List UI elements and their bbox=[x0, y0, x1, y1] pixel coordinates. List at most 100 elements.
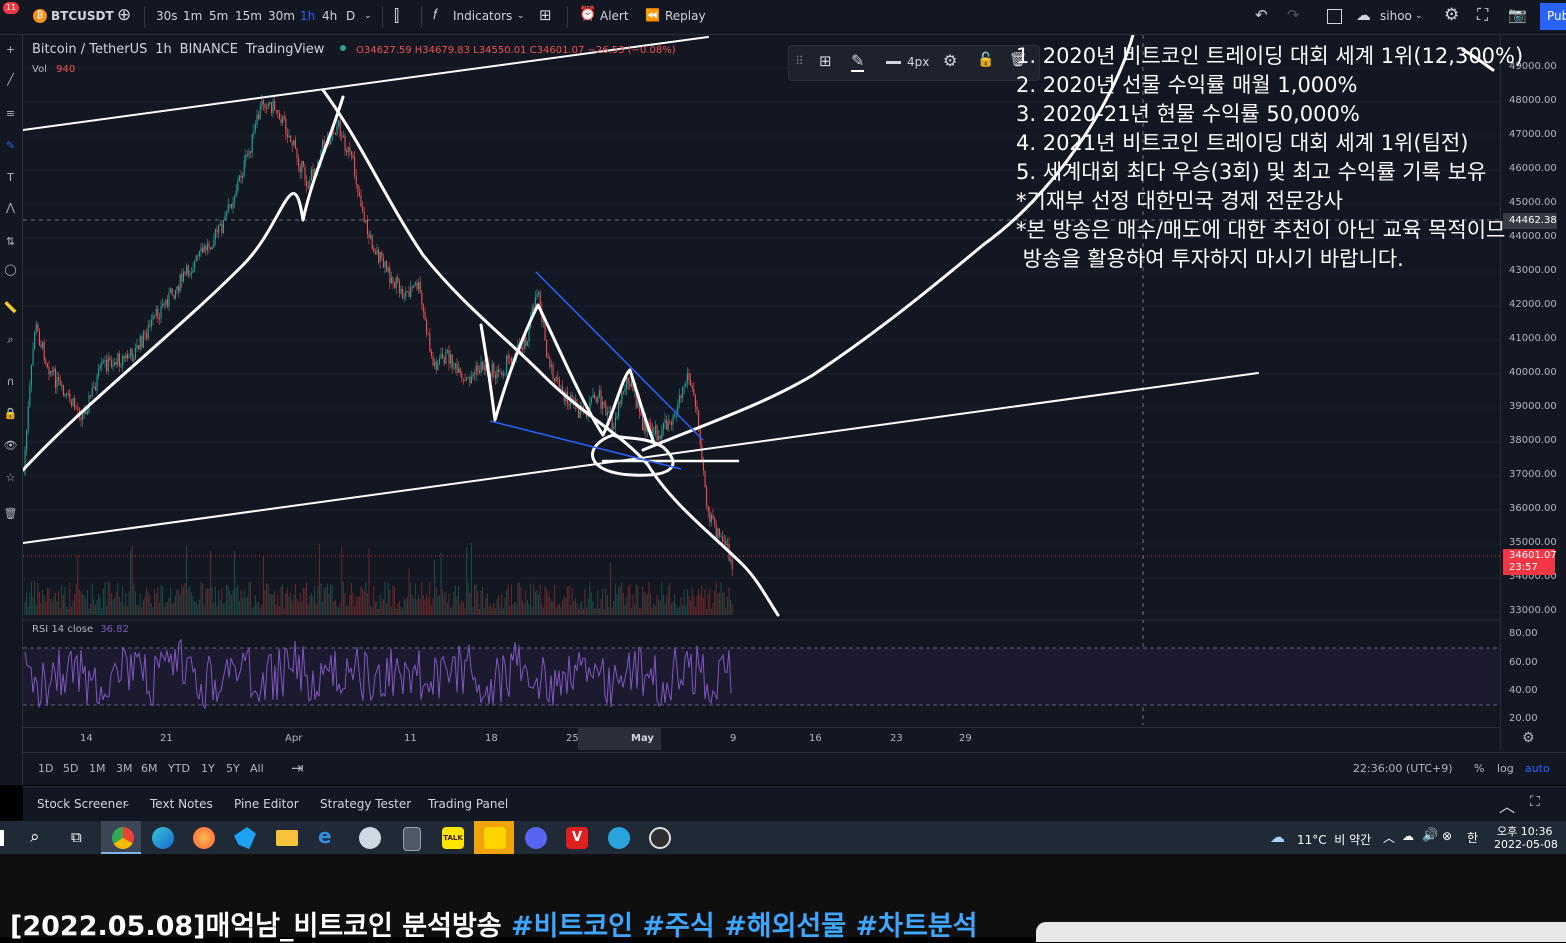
layout-dropdown-icon[interactable]: ⌄ bbox=[1415, 11, 1423, 21]
file-explorer-icon[interactable] bbox=[276, 830, 298, 846]
goto-date-icon[interactable]: ⇥ bbox=[291, 759, 304, 777]
telegram-icon[interactable] bbox=[608, 827, 630, 849]
auto-scale-toggle[interactable]: auto bbox=[1525, 762, 1550, 775]
app-bird-icon[interactable] bbox=[234, 827, 256, 849]
taskbar-time[interactable]: 오후 10:36 bbox=[1497, 823, 1552, 839]
lock-drawings-icon[interactable]: 🔒 bbox=[3, 407, 18, 421]
taskbar-date[interactable]: 2022-05-08 bbox=[1494, 838, 1558, 851]
trash-icon[interactable]: 🗑 bbox=[3, 507, 18, 521]
favorites-icon[interactable]: ☆ bbox=[3, 471, 18, 485]
cloud-save-icon[interactable]: ☁ bbox=[1356, 6, 1371, 24]
drag-handle-icon[interactable]: ⠿ bbox=[795, 54, 804, 68]
app-cloud-icon[interactable] bbox=[359, 827, 381, 849]
settings-gear-icon[interactable]: ⚙ bbox=[1444, 5, 1459, 25]
replay-button[interactable]: Replay bbox=[665, 9, 706, 23]
ruler-icon[interactable]: 📏 bbox=[3, 301, 18, 315]
lock-drawing-icon[interactable]: 🔓 bbox=[977, 52, 994, 68]
interval-30m[interactable]: 30m bbox=[268, 9, 295, 23]
fib-retracement-icon[interactable]: ≡ bbox=[3, 107, 18, 121]
range-3m[interactable]: 3M bbox=[116, 762, 133, 775]
compare-symbol-icon[interactable]: ⊕ bbox=[117, 5, 131, 25]
range-6m[interactable]: 6M bbox=[141, 762, 158, 775]
range-ytd[interactable]: YTD bbox=[168, 762, 190, 775]
cursor-cross-icon[interactable]: + bbox=[3, 43, 18, 57]
tab-strategy-tester[interactable]: Strategy Tester bbox=[320, 797, 411, 811]
publish-button[interactable]: Pub bbox=[1540, 3, 1566, 30]
shapes-icon[interactable]: ◯ bbox=[3, 263, 18, 277]
layout-name[interactable]: sihoo bbox=[1380, 9, 1412, 23]
line-width-icon[interactable] bbox=[886, 61, 901, 64]
range-5d[interactable]: 5D bbox=[63, 762, 78, 775]
layout-select-icon[interactable] bbox=[1327, 9, 1342, 24]
range-1d[interactable]: 1D bbox=[38, 762, 53, 775]
indicators-dropdown-icon[interactable]: ⌄ bbox=[517, 11, 525, 21]
tray-expand-icon[interactable]: ︿ bbox=[1383, 829, 1395, 846]
interval-4h[interactable]: 4h bbox=[322, 9, 337, 23]
interval-5m[interactable]: 5m bbox=[209, 9, 228, 23]
interval-dropdown-icon[interactable]: ⌄ bbox=[364, 11, 372, 21]
chart-type-candles-icon[interactable]: ⫿ bbox=[394, 6, 399, 26]
indicators-button[interactable]: Indicators bbox=[453, 9, 512, 23]
calculator-icon[interactable] bbox=[403, 827, 421, 851]
alert-clock-icon[interactable]: ⏰ bbox=[579, 6, 596, 22]
obs-icon[interactable] bbox=[649, 827, 671, 849]
maximize-panel-icon[interactable]: ⛶ bbox=[1530, 794, 1540, 810]
start-icon[interactable] bbox=[0, 830, 4, 846]
replay-icon[interactable]: ⏪ bbox=[645, 8, 660, 22]
templates-icon[interactable]: ⊞ bbox=[819, 52, 832, 70]
visibility-icon[interactable]: 👁 bbox=[3, 439, 18, 453]
sticky-notes-icon[interactable] bbox=[484, 827, 506, 849]
tab-text-notes[interactable]: Text Notes bbox=[150, 797, 213, 811]
line-color-pencil-icon[interactable]: ✎ bbox=[851, 51, 865, 72]
interval-1h[interactable]: 1h bbox=[300, 9, 315, 23]
interval-15m[interactable]: 15m bbox=[235, 9, 262, 23]
range-1y[interactable]: 1Y bbox=[201, 762, 215, 775]
magnet-icon[interactable]: ∩ bbox=[3, 375, 18, 389]
video-title-hashtags[interactable]: #비트코인 #주식 #해외선물 #차트분석 bbox=[511, 911, 977, 942]
search-icon[interactable]: ⌕ bbox=[30, 827, 40, 847]
text-tool-icon[interactable]: T bbox=[3, 171, 18, 185]
tab-trading-panel[interactable]: Trading Panel bbox=[428, 797, 508, 811]
interval-30s[interactable]: 30s bbox=[156, 9, 178, 23]
app-v-icon[interactable]: V bbox=[566, 827, 588, 849]
undo-icon[interactable]: ↶ bbox=[1255, 6, 1268, 24]
mute-x-icon[interactable]: ⊗ bbox=[1442, 829, 1452, 843]
interval-1m[interactable]: 1m bbox=[183, 9, 202, 23]
weather-text[interactable]: 11°C 비 약간 bbox=[1297, 831, 1371, 848]
volume-icon[interactable]: 🔊 bbox=[1422, 828, 1438, 843]
notification-badge[interactable]: 11 bbox=[3, 2, 19, 14]
task-view-icon[interactable]: ⧉ bbox=[71, 828, 82, 846]
log-scale-toggle[interactable]: log bbox=[1497, 762, 1514, 775]
camera-snapshot-icon[interactable]: 📷 bbox=[1508, 6, 1527, 24]
trend-line-icon[interactable]: ╱ bbox=[3, 73, 18, 87]
drawing-settings-gear-icon[interactable]: ⚙ bbox=[943, 51, 957, 70]
chrome-icon[interactable] bbox=[112, 827, 134, 849]
ime-indicator[interactable]: 한 bbox=[1467, 829, 1478, 846]
stock-screener-dropdown-icon[interactable]: ⌄ bbox=[123, 799, 131, 809]
discord-icon[interactable] bbox=[525, 827, 547, 849]
internet-explorer-icon[interactable]: e bbox=[318, 824, 332, 848]
video-title[interactable]: [2022.05.08]매억남_비트코인 분석방송 #비트코인 #주식 #해외선… bbox=[10, 904, 977, 943]
edge-icon[interactable] bbox=[152, 827, 174, 849]
range-1m[interactable]: 1M bbox=[89, 762, 106, 775]
pattern-tool-icon[interactable]: ⋀ bbox=[3, 201, 18, 215]
collapse-panel-icon[interactable]: ︿ bbox=[1499, 793, 1515, 817]
interval-d[interactable]: D bbox=[346, 9, 355, 23]
pen-brush-icon[interactable]: ✎ bbox=[3, 139, 18, 153]
symbol-search[interactable]: BTCUSDT bbox=[51, 9, 114, 23]
fullscreen-icon[interactable]: ⛶ bbox=[1477, 5, 1488, 25]
range-all[interactable]: All bbox=[250, 762, 264, 775]
layout-grid-icon[interactable]: ⊞ bbox=[539, 6, 552, 24]
axis-settings-gear-icon[interactable]: ⚙ bbox=[1522, 730, 1535, 746]
time-axis[interactable] bbox=[23, 727, 1500, 752]
zoom-icon[interactable]: ⌕ bbox=[3, 333, 18, 347]
clock-timezone[interactable]: 22:36:00 (UTC+9) bbox=[1353, 762, 1453, 775]
alert-button[interactable]: Alert bbox=[600, 9, 629, 23]
thumbnail-preview[interactable] bbox=[1036, 922, 1566, 942]
weather-cloud-icon[interactable]: ☁ bbox=[1270, 828, 1285, 846]
line-width-value[interactable]: 4px bbox=[907, 55, 929, 69]
tab-pine-editor[interactable]: Pine Editor bbox=[234, 797, 299, 811]
indicators-icon[interactable]: 𝑓 bbox=[433, 7, 437, 23]
firefox-icon[interactable] bbox=[193, 827, 215, 849]
percent-scale-toggle[interactable]: % bbox=[1474, 762, 1484, 775]
